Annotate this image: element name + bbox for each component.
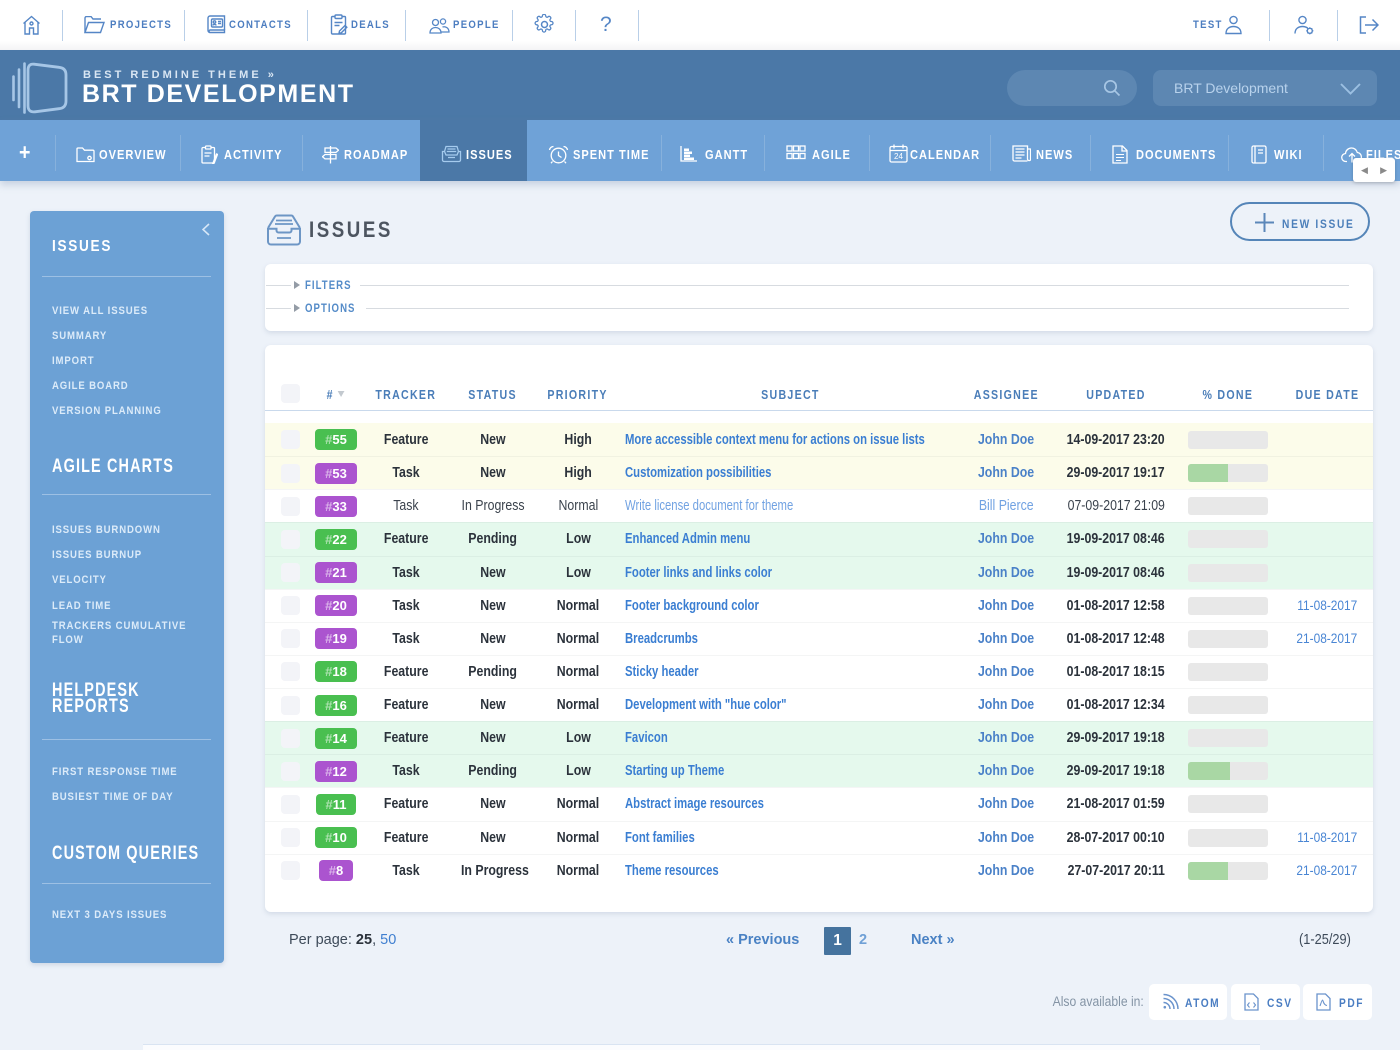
svg-text:24: 24 xyxy=(894,152,903,161)
